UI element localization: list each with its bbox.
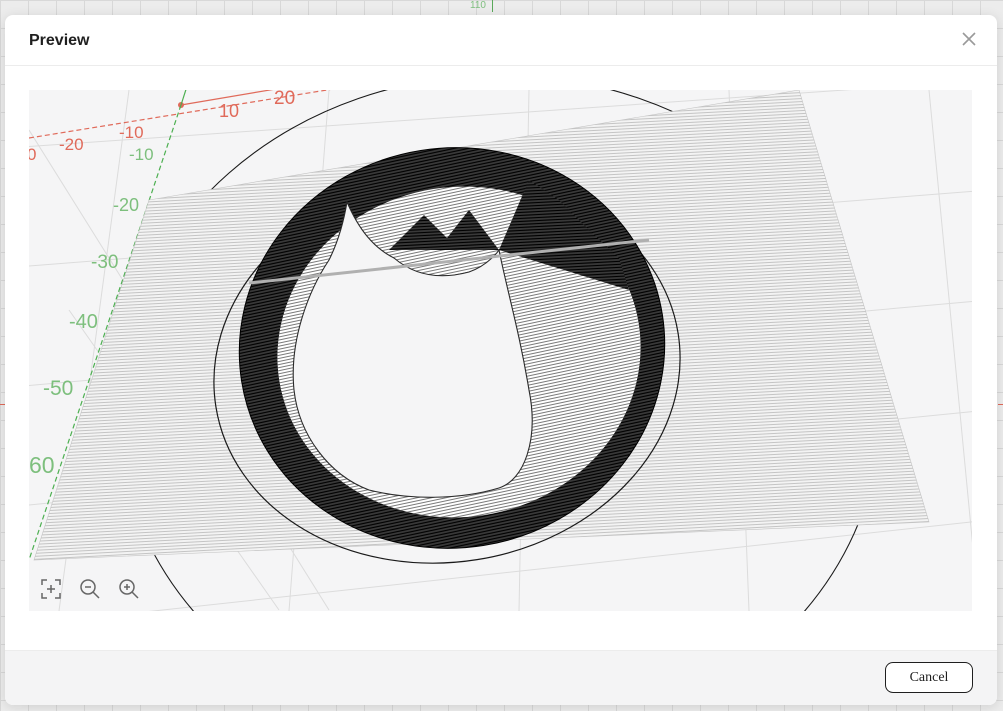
y-axis-label: 60 bbox=[29, 452, 55, 478]
zoom-out-button[interactable] bbox=[78, 577, 102, 601]
toolpath-scene: 0 -20 -10 10 20 -10 -20 -30 -40 -50 60 bbox=[29, 90, 972, 611]
close-button[interactable] bbox=[959, 29, 979, 49]
x-axis-label: 10 bbox=[219, 101, 239, 121]
x-axis-line-solid bbox=[180, 90, 274, 106]
x-axis-label: 20 bbox=[274, 90, 295, 109]
fit-view-icon bbox=[41, 579, 61, 599]
x-axis-labels: 0 -20 -10 10 20 bbox=[29, 90, 295, 164]
y-axis-label: -40 bbox=[69, 311, 98, 333]
close-icon bbox=[962, 32, 976, 46]
cancel-button[interactable]: Cancel bbox=[885, 662, 973, 693]
y-axis-line-solid bbox=[180, 90, 187, 106]
background-axis-line bbox=[492, 0, 493, 12]
zoom-out-icon bbox=[80, 579, 100, 599]
zoom-in-button[interactable] bbox=[117, 577, 141, 601]
y-axis-label: -50 bbox=[43, 377, 73, 400]
dialog-header: Preview bbox=[5, 15, 997, 66]
preview-viewport[interactable]: 0 -20 -10 10 20 -10 -20 -30 -40 -50 60 bbox=[29, 90, 972, 611]
background-axis-label: 110 bbox=[470, 0, 486, 11]
y-axis-label: -30 bbox=[91, 252, 118, 273]
preview-dialog: Preview 0 -20 -10 10 20 -10 -20 -30 -40 … bbox=[5, 15, 997, 705]
x-axis-label: 0 bbox=[29, 145, 36, 164]
zoom-in-icon bbox=[119, 579, 139, 599]
dialog-title: Preview bbox=[29, 32, 90, 49]
viewport-toolbar bbox=[39, 577, 141, 601]
x-axis-label: -10 bbox=[119, 123, 144, 142]
dialog-footer: Cancel bbox=[5, 650, 997, 705]
y-axis-label: -20 bbox=[113, 195, 139, 215]
x-axis-label: -20 bbox=[59, 135, 84, 154]
y-axis-label: -10 bbox=[129, 145, 154, 164]
background-x-axis-tick bbox=[998, 404, 1003, 405]
x-axis-line bbox=[29, 90, 331, 139]
fit-view-button[interactable] bbox=[39, 577, 63, 601]
